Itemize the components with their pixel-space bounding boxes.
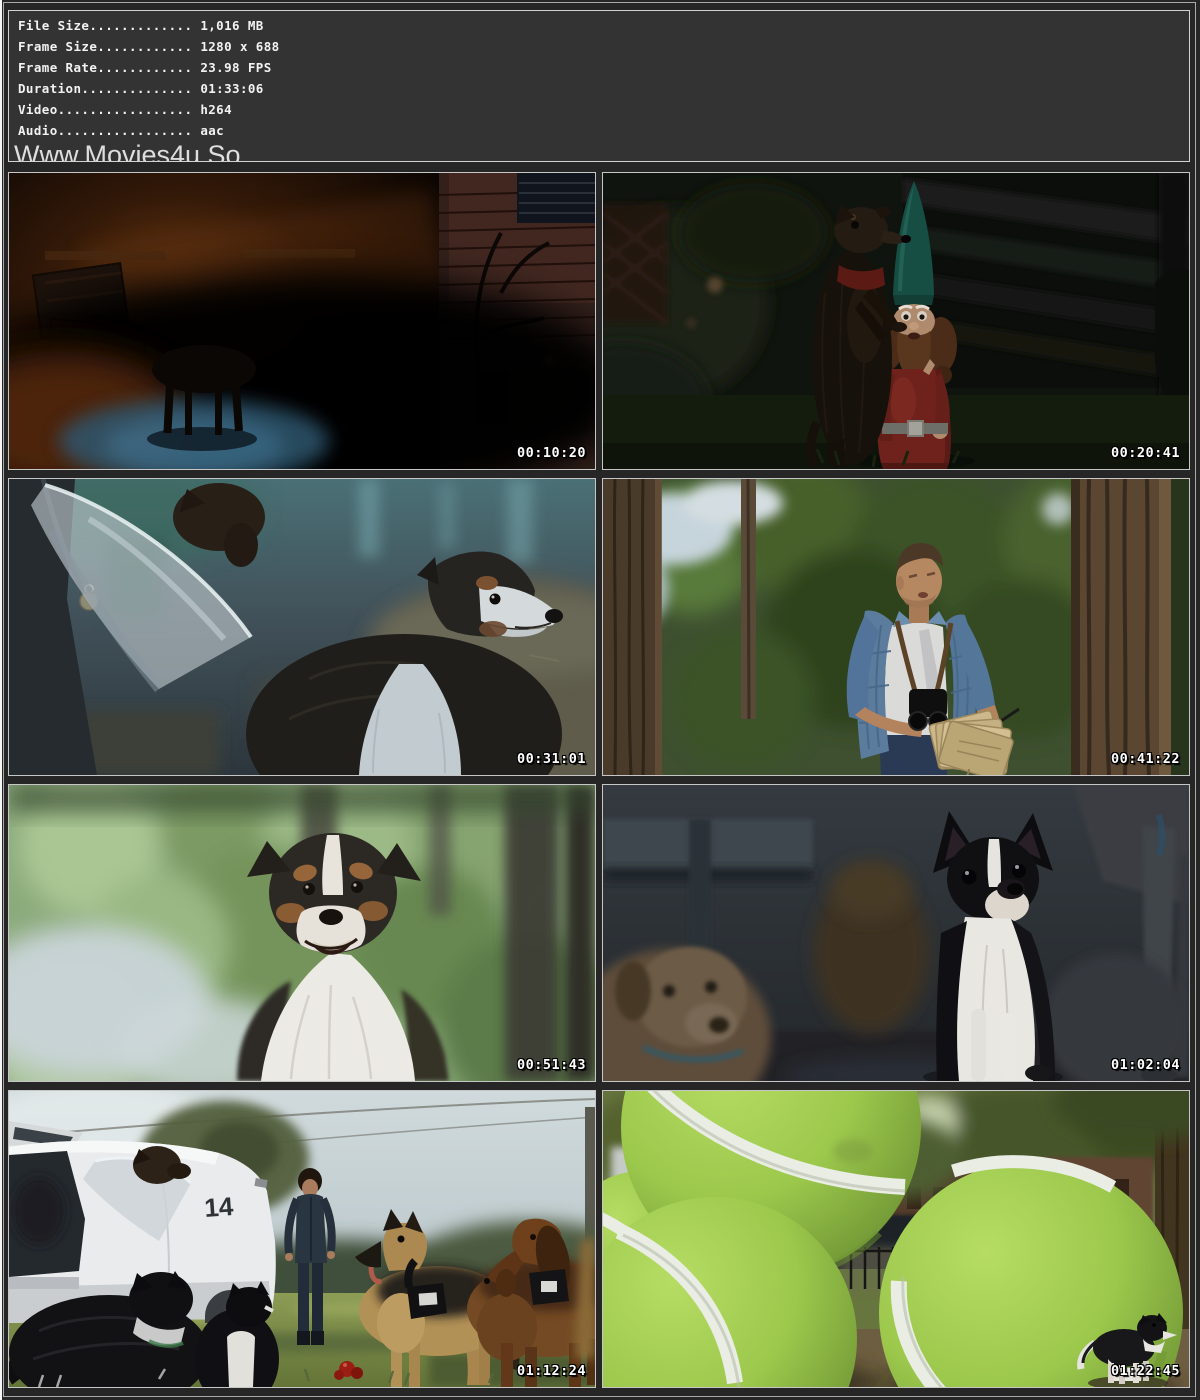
timestamp-overlay: 01:22:45 (1111, 1363, 1180, 1379)
field-dots: .............. (81, 81, 192, 96)
screenshot-thumbnail-1: 00:10:20 (8, 172, 596, 470)
info-row-file-size: File Size............. 1,016 MB (18, 15, 1189, 36)
thumb-art-tennis-balls (603, 1091, 1189, 1387)
field-label: Video (18, 102, 58, 117)
timestamp-overlay: 00:10:20 (517, 445, 586, 461)
window-left-edge (0, 0, 2, 1400)
media-info-panel: File Size............. 1,016 MB Frame Si… (8, 10, 1190, 162)
field-label: Frame Size (18, 39, 97, 54)
field-value: h264 (200, 102, 232, 117)
field-label: Audio (18, 123, 58, 138)
field-value: aac (200, 123, 224, 138)
timestamp-overlay: 01:12:24 (517, 1363, 586, 1379)
screenshot-thumbnail-7: 14 (8, 1090, 596, 1388)
field-label: File Size (18, 18, 89, 33)
thumb-art-k9-field: 14 (9, 1091, 595, 1387)
info-row-frame-size: Frame Size............ 1280 x 688 (18, 36, 1189, 57)
field-label: Duration (18, 81, 81, 96)
site-watermark: Www.Movies4u.So (14, 141, 1189, 162)
timestamp-overlay: 01:02:04 (1111, 1057, 1180, 1073)
timestamp-overlay: 00:31:01 (517, 751, 586, 767)
thumb-art-barn-dogs (9, 479, 595, 775)
info-row-frame-rate: Frame Rate............ 23.98 FPS (18, 57, 1189, 78)
field-dots: ............ (97, 39, 192, 54)
van-number-label: 14 (203, 1191, 234, 1223)
field-value: 1280 x 688 (200, 39, 279, 54)
info-row-duration: Duration.............. 01:33:06 (18, 78, 1189, 99)
screenshot-thumbnail-8: 01:22:45 (602, 1090, 1190, 1388)
field-dots: ............ (97, 60, 192, 75)
info-row-audio: Audio................. aac (18, 120, 1189, 141)
thumb-art-boston-terrier (603, 785, 1189, 1081)
field-label: Frame Rate (18, 60, 97, 75)
screenshot-thumbnail-4: 00:41:22 (602, 478, 1190, 776)
screenshot-grid: 00:10:20 (8, 172, 1190, 1388)
info-row-video: Video................. h264 (18, 99, 1189, 120)
screenshot-thumbnail-2: 00:20:41 (602, 172, 1190, 470)
timestamp-overlay: 00:20:41 (1111, 445, 1180, 461)
thumb-art-aussie-portrait (9, 785, 595, 1081)
field-value: 23.98 FPS (200, 60, 271, 75)
screenshot-thumbnail-5: 00:51:43 (8, 784, 596, 1082)
timestamp-overlay: 00:41:22 (1111, 751, 1180, 767)
thumb-art-dog-gnome (603, 173, 1189, 469)
release-info-page: { "colors": { "page_bg": "#262626", "pan… (0, 0, 1200, 1400)
thumb-art-garage-night (9, 173, 595, 469)
thumb-art-man-forest (603, 479, 1189, 775)
field-value: 01:33:06 (200, 81, 263, 96)
field-dots: ................. (58, 102, 193, 117)
screenshot-thumbnail-6: 01:02:04 (602, 784, 1190, 1082)
field-dots: ............. (89, 18, 192, 33)
field-dots: ................. (58, 123, 193, 138)
timestamp-overlay: 00:51:43 (517, 1057, 586, 1073)
field-value: 1,016 MB (200, 18, 263, 33)
screenshot-thumbnail-3: 00:31:01 (8, 478, 596, 776)
